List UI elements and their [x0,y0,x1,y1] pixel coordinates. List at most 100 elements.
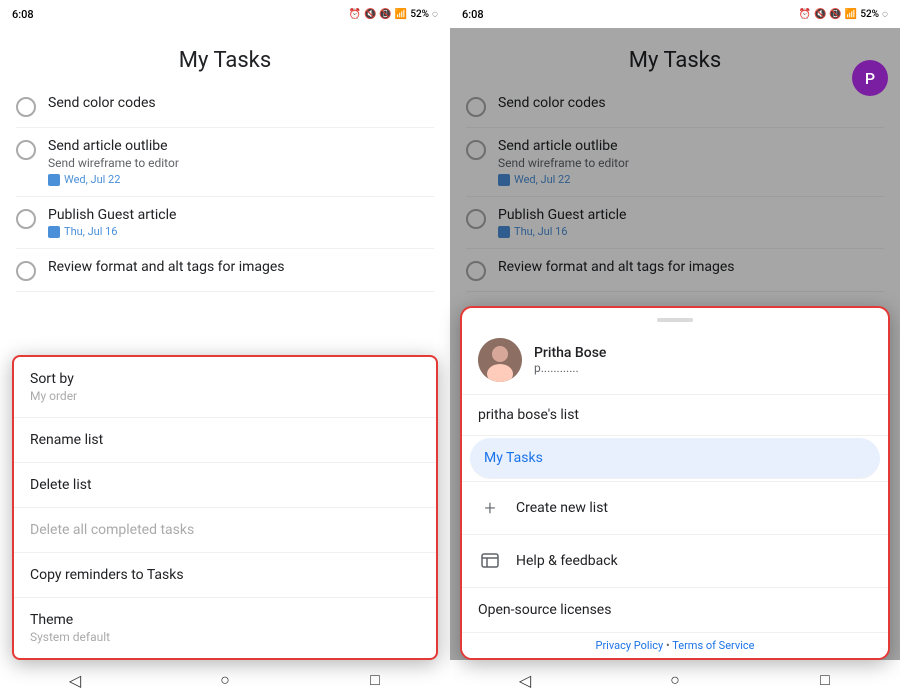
task-text-4: Review format and alt tags for images [48,259,434,277]
pritha-list-label: pritha bose's list [478,407,579,423]
user-avatar [478,338,522,382]
task-name-3: Publish Guest article [48,207,434,223]
task-item-1[interactable]: Send color codes [16,85,434,128]
right-bottom-sheet: Pritha Bose p............ pritha bose's … [460,306,890,660]
left-status-bar: 6:08 ⏰🔇📵📶52%◌ [0,0,450,28]
rename-list-item[interactable]: Rename list [14,418,436,463]
copy-reminders-item[interactable]: Copy reminders to Tasks [14,553,436,598]
right-calendar-icon-3 [498,226,510,238]
right-task-text-3: Publish Guest article Thu, Jul 16 [498,207,884,238]
right-task-checkbox-1 [466,97,486,117]
right-home-button[interactable]: ○ [660,670,690,690]
list-item-my-tasks[interactable]: My Tasks [470,438,880,479]
copy-reminders-label: Copy reminders to Tasks [30,567,420,583]
right-task-date-2: Wed, Jul 22 [498,173,884,186]
delete-completed-label: Delete all completed tasks [30,522,420,538]
rename-list-label: Rename list [30,432,420,448]
list-item-pritha[interactable]: pritha bose's list [462,395,888,436]
task-item-3[interactable]: Publish Guest article Thu, Jul 16 [16,197,434,249]
delete-list-item[interactable]: Delete list [14,463,436,508]
help-feedback-label: Help & feedback [516,553,618,569]
user-name: Pritha Bose [534,345,606,361]
right-task-checkbox-2 [466,140,486,160]
calendar-icon-3 [48,226,60,238]
theme-label: Theme [30,612,420,628]
right-task-date-3: Thu, Jul 16 [498,225,884,238]
help-icon-svg [480,551,500,571]
user-profile-row[interactable]: Pritha Bose p............ [462,328,888,395]
right-task-subtitle-2: Send wireframe to editor [498,156,884,170]
right-nav-bar: ◁ ○ □ [450,660,900,700]
open-source-item[interactable]: Open-source licenses [462,588,888,633]
task-item-4[interactable]: Review format and alt tags for images [16,249,434,292]
task-text-3: Publish Guest article Thu, Jul 16 [48,207,434,238]
avatar-svg [478,338,522,382]
task-item-2[interactable]: Send article outlibe Send wireframe to e… [16,128,434,197]
create-new-list-label: Create new list [516,500,608,516]
my-tasks-label: My Tasks [484,450,543,466]
right-task-item-3: Publish Guest article Thu, Jul 16 [466,197,884,249]
privacy-footer: Privacy Policy • Terms of Service [462,633,888,658]
right-task-checkbox-4 [466,261,486,281]
delete-list-label: Delete list [30,477,420,493]
right-status-time: 6:08 [462,8,484,21]
task-checkbox-1[interactable] [16,97,36,117]
terms-link[interactable]: Terms of Service [672,639,754,652]
right-task-item-1: Send color codes [466,85,884,128]
task-date-3: Thu, Jul 16 [48,225,434,238]
left-nav-bar: ◁ ○ □ [0,660,450,700]
task-checkbox-3[interactable] [16,209,36,229]
right-task-item-2: Send article outlibe Send wireframe to e… [466,128,884,197]
left-app-title: My Tasks [0,28,450,85]
task-date-2: Wed, Jul 22 [48,173,434,186]
task-checkbox-2[interactable] [16,140,36,160]
user-avatar-top-right[interactable]: P [852,60,888,96]
right-back-button[interactable]: ◁ [510,670,540,690]
right-app-title: My Tasks [450,28,900,85]
task-name-2: Send article outlibe [48,138,434,154]
theme-item[interactable]: Theme System default [14,598,436,658]
right-task-name-3: Publish Guest article [498,207,884,223]
sheet-handle [657,318,693,322]
left-status-time: 6:08 [12,8,34,21]
recents-button[interactable]: □ [360,670,390,690]
task-checkbox-4[interactable] [16,261,36,281]
right-task-name-1: Send color codes [498,95,884,111]
avatar-letter: P [865,69,875,88]
user-email: p............ [534,361,606,375]
privacy-policy-link[interactable]: Privacy Policy [596,639,664,652]
right-status-bar: 6:08 ⏰🔇📵📶52%◌ [450,0,900,28]
task-text-1: Send color codes [48,95,434,113]
right-task-text-2: Send article outlibe Send wireframe to e… [498,138,884,186]
right-task-text-4: Review format and alt tags for images [498,259,884,277]
task-name-4: Review format and alt tags for images [48,259,434,275]
right-calendar-icon-2 [498,174,510,186]
create-new-list-item[interactable]: + Create new list [462,482,888,535]
sort-by-item[interactable]: Sort by My order [14,357,436,418]
sort-by-label: Sort by [30,371,420,387]
help-icon [478,549,502,573]
right-recents-button[interactable]: □ [810,670,840,690]
right-phone-panel: 6:08 ⏰🔇📵📶52%◌ My Tasks Send color codes [450,0,900,700]
open-source-label: Open-source licenses [478,602,611,618]
back-button[interactable]: ◁ [60,670,90,690]
right-task-name-4: Review format and alt tags for images [498,259,884,275]
left-status-icons: ⏰🔇📵📶52%◌ [349,9,439,20]
right-task-checkbox-3 [466,209,486,229]
task-text-2: Send article outlibe Send wireframe to e… [48,138,434,186]
left-bottom-sheet: Sort by My order Rename list Delete list… [12,355,438,660]
home-button[interactable]: ○ [210,670,240,690]
calendar-icon-2 [48,174,60,186]
plus-icon: + [478,496,502,520]
right-task-item-4: Review format and alt tags for images [466,249,884,292]
task-name-1: Send color codes [48,95,434,111]
user-info: Pritha Bose p............ [534,345,606,375]
task-subtitle-2: Send wireframe to editor [48,156,434,170]
right-status-icons: ⏰🔇📵📶52%◌ [799,9,889,20]
left-phone-panel: 6:08 ⏰🔇📵📶52%◌ My Tasks Send color codes … [0,0,450,700]
sort-by-sub: My order [30,389,420,403]
help-feedback-item[interactable]: Help & feedback [462,535,888,588]
theme-sub: System default [30,630,420,644]
delete-completed-item: Delete all completed tasks [14,508,436,553]
right-task-text-1: Send color codes [498,95,884,113]
